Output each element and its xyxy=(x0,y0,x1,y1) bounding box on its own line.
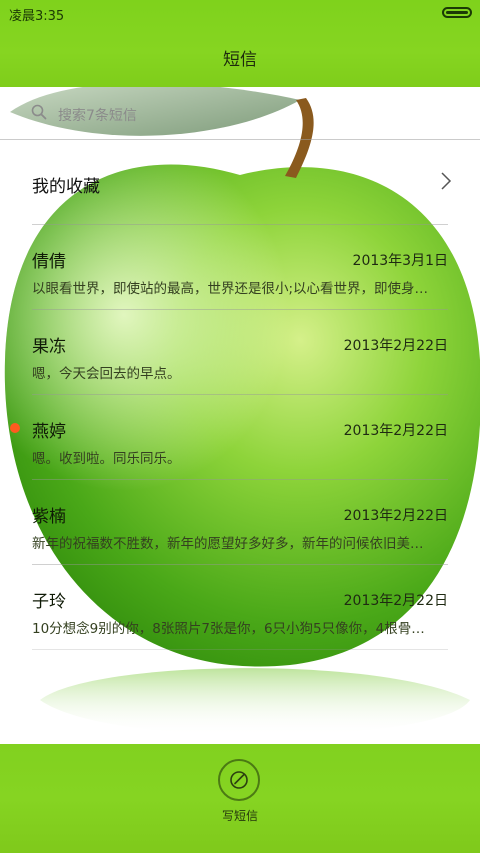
favorites-item[interactable]: 我的收藏 xyxy=(32,140,452,225)
compose-label[interactable]: 写短信 xyxy=(0,807,480,824)
conversation-list: 我的收藏 倩倩 2013年3月1日 以眼看世界，即使站的最高，世界还是很小;以心… xyxy=(0,140,480,650)
message-snippet: 嗯，今天会回去的早点。 xyxy=(32,366,181,382)
contact-name: 果冻 xyxy=(32,337,66,357)
message-snippet: 新年的祝福数不胜数，新年的愿望好多好多，新年的问候依旧美… xyxy=(32,536,424,552)
list-item[interactable]: 燕婷 2013年2月22日 嗯。收到啦。同乐同乐。 xyxy=(10,395,448,480)
message-snippet: 以眼看世界，即使站的最高，世界还是很小;以心看世界，即使身… xyxy=(32,281,429,297)
favorites-label: 我的收藏 xyxy=(32,177,100,197)
contact-name: 燕婷 xyxy=(32,422,66,442)
message-date: 2013年3月1日 xyxy=(352,253,448,269)
list-item[interactable]: 倩倩 2013年3月1日 以眼看世界，即使站的最高，世界还是很小;以心看世界，即… xyxy=(32,225,448,310)
search-input[interactable]: 搜索7条短信 xyxy=(58,105,137,125)
battery-icon xyxy=(442,7,472,18)
top-bar: 凌晨3:35 短信 xyxy=(0,0,480,87)
compose-button[interactable] xyxy=(218,759,260,801)
unread-dot-icon xyxy=(10,423,20,433)
message-date: 2013年2月22日 xyxy=(343,593,448,609)
bottom-bar: 写短信 xyxy=(0,744,480,853)
status-time: 凌晨3:35 xyxy=(9,9,65,24)
search-icon xyxy=(31,104,47,124)
compose-icon xyxy=(230,771,248,789)
search-bar[interactable]: 搜索7条短信 xyxy=(0,87,480,140)
chevron-right-icon xyxy=(440,171,452,195)
list-item[interactable]: 紫楠 2013年2月22日 新年的祝福数不胜数，新年的愿望好多好多，新年的问候依… xyxy=(32,480,448,565)
message-snippet: 嗯。收到啦。同乐同乐。 xyxy=(32,451,181,467)
message-snippet: 10分想念9别的你，8张照片7张是你，6只小狗5只像你，4根骨… xyxy=(32,621,425,637)
contact-name: 子玲 xyxy=(32,592,66,612)
contact-name: 倩倩 xyxy=(32,252,66,272)
list-item[interactable]: 果冻 2013年2月22日 嗯，今天会回去的早点。 xyxy=(32,310,448,395)
list-item[interactable]: 子玲 2013年2月22日 10分想念9别的你，8张照片7张是你，6只小狗5只像… xyxy=(32,565,448,650)
message-date: 2013年2月22日 xyxy=(343,423,448,439)
message-date: 2013年2月22日 xyxy=(343,508,448,524)
page-title: 短信 xyxy=(223,50,257,70)
message-date: 2013年2月22日 xyxy=(343,338,448,354)
contact-name: 紫楠 xyxy=(32,507,66,527)
